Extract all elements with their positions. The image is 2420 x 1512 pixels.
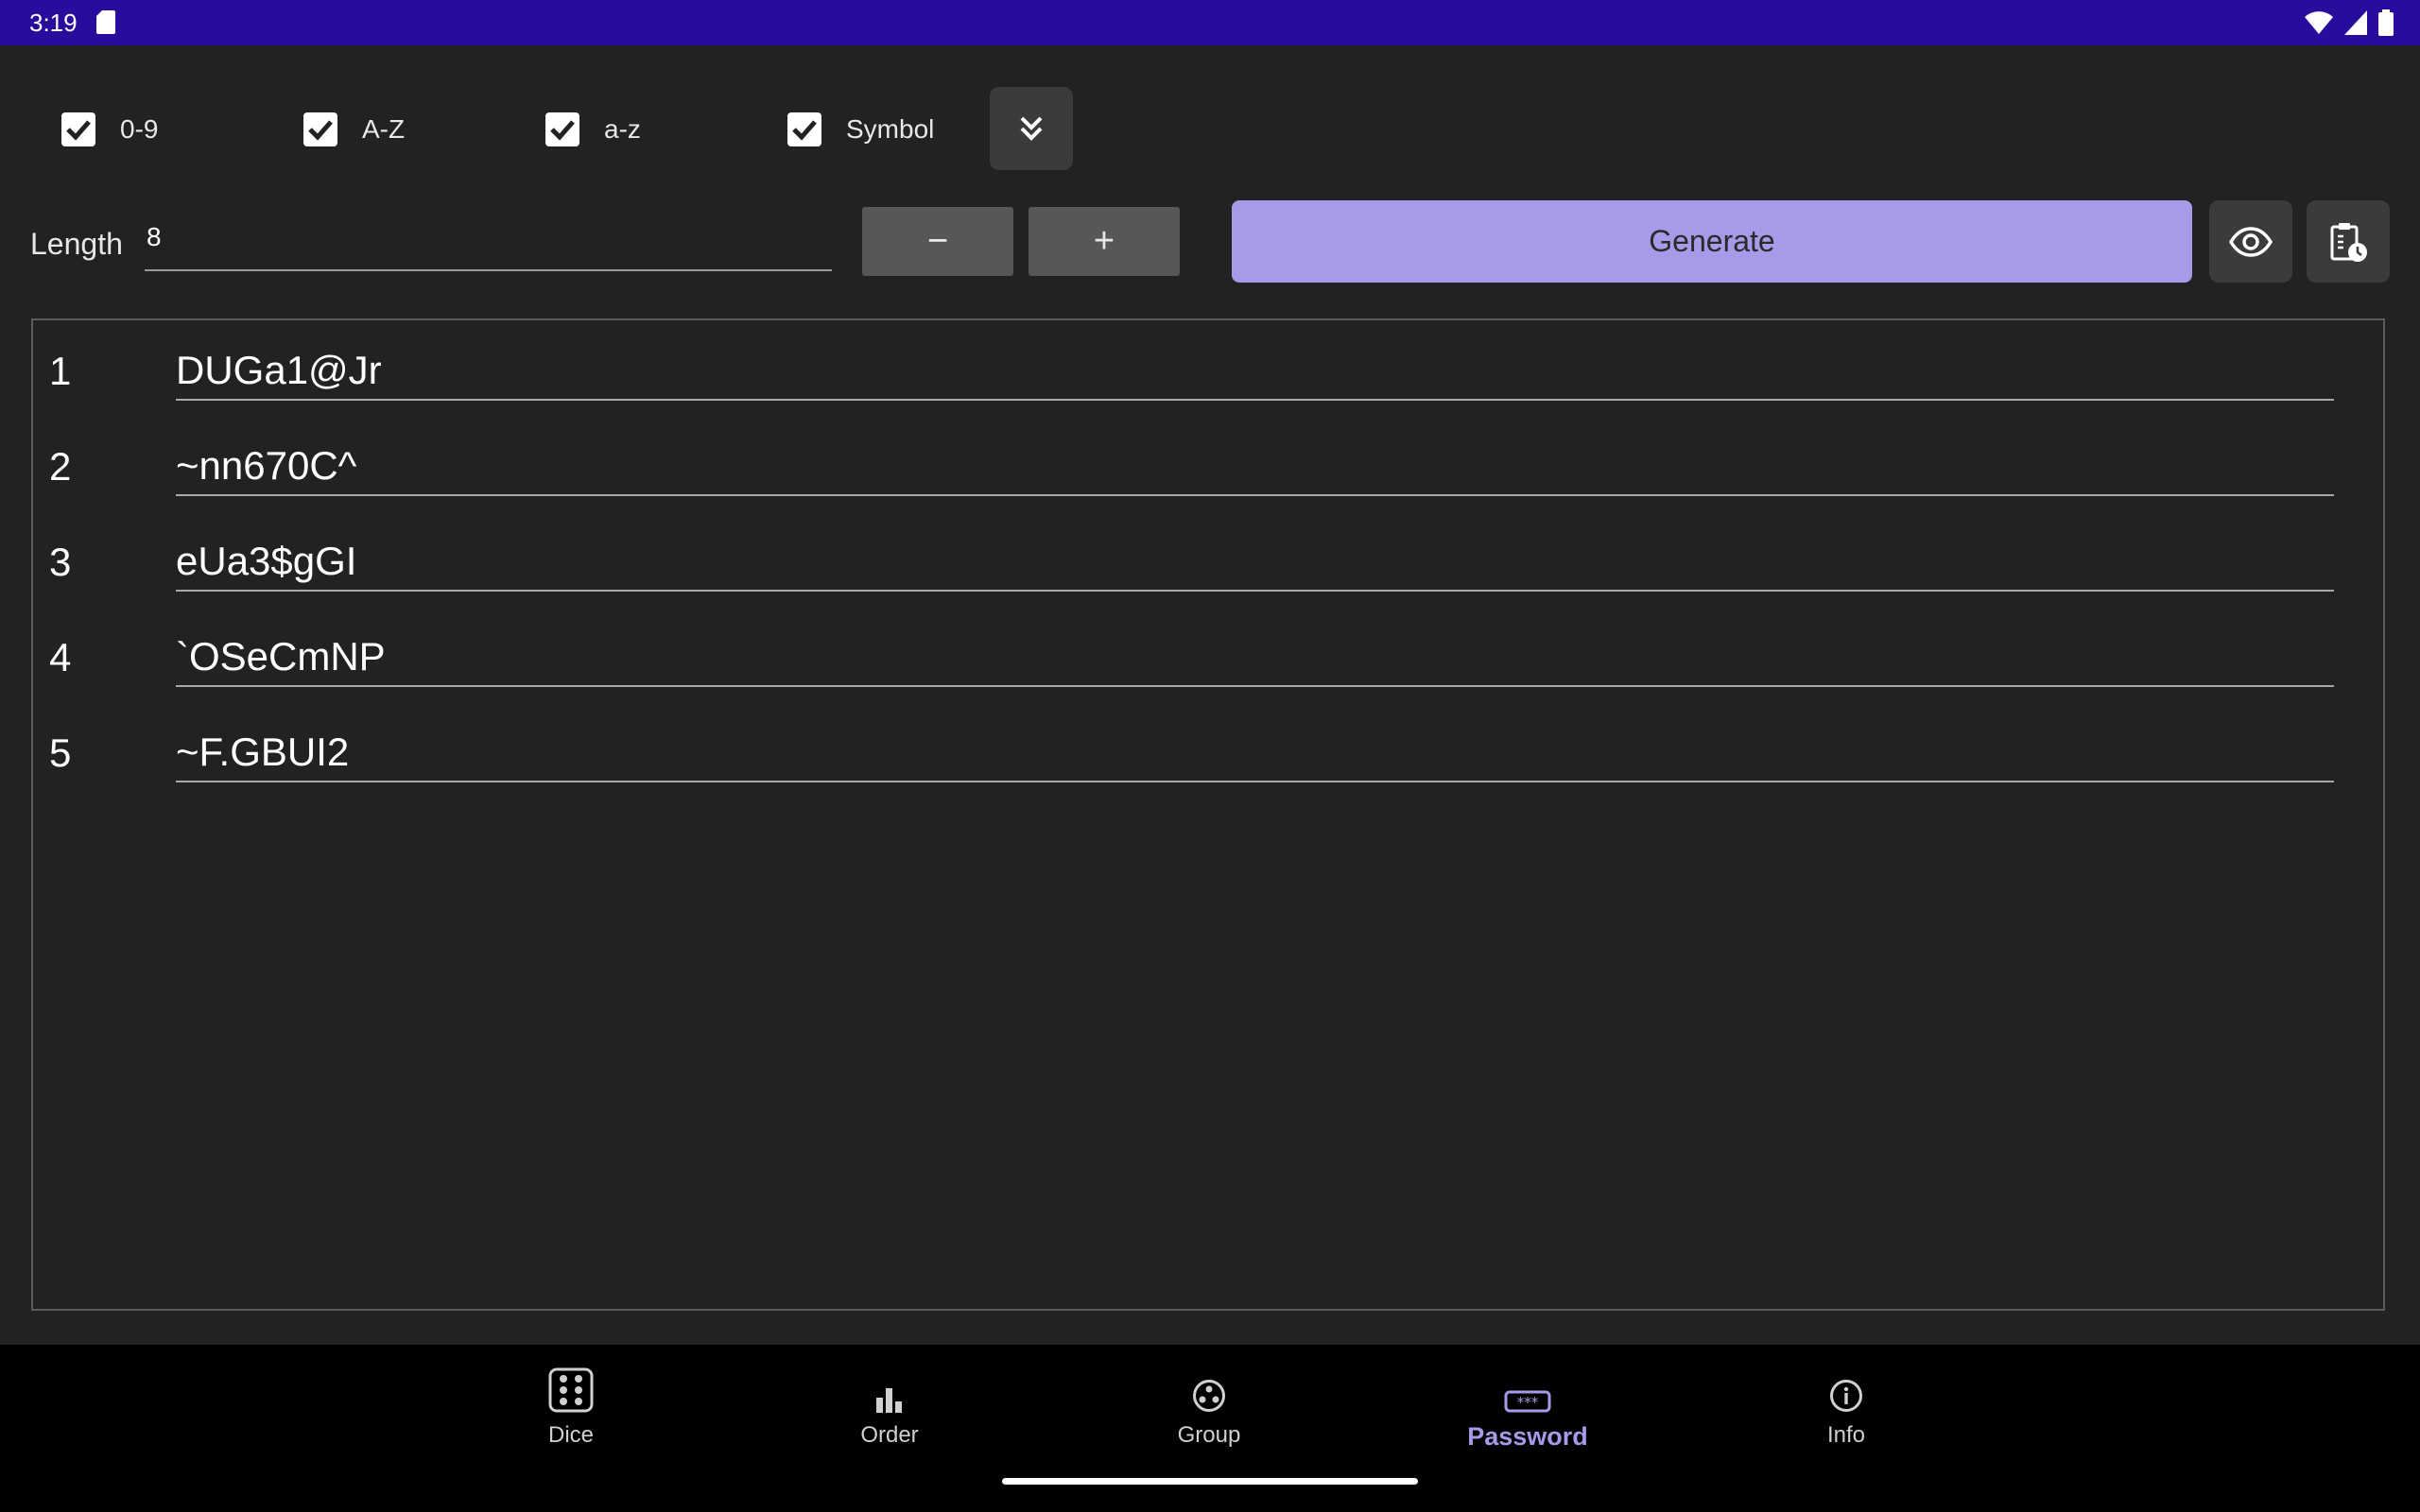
option-label: 0-9 <box>120 114 159 144</box>
password-row: 5 ~F.GBUI2 <box>33 702 2387 798</box>
nav-dice[interactable]: Dice <box>495 1345 647 1458</box>
option-label: a-z <box>604 114 641 144</box>
password-text[interactable]: DUGa1@Jr <box>176 348 382 393</box>
increase-length-button[interactable]: + <box>1028 207 1180 276</box>
option-lowercase[interactable]: a-z <box>545 107 641 152</box>
wifi-icon <box>2305 11 2333 34</box>
password-field[interactable]: eUa3$gGI <box>176 531 2334 592</box>
option-symbol[interactable]: Symbol <box>787 107 934 152</box>
password-row: 2 ~nn670C^ <box>33 416 2387 511</box>
status-time: 3:19 <box>29 9 78 37</box>
sd-card-icon <box>96 10 115 34</box>
password-results: 1 DUGa1@Jr 2 ~nn670C^ 3 eUa3$gGI 4 `OSeC… <box>31 318 2385 1311</box>
password-text[interactable]: ~nn670C^ <box>176 443 356 489</box>
checkbox-checked-icon[interactable] <box>545 112 579 146</box>
length-label: Length <box>30 227 123 261</box>
group-icon <box>1193 1380 1225 1412</box>
signal-icon <box>2344 10 2367 35</box>
option-uppercase[interactable]: A-Z <box>303 107 405 152</box>
nav-info[interactable]: Info <box>1771 1345 1922 1458</box>
clear-clipboard-button[interactable] <box>2307 200 2390 283</box>
nav-label: Order <box>860 1422 919 1448</box>
home-indicator[interactable] <box>1002 1478 1418 1485</box>
nav-label: Dice <box>547 1422 594 1448</box>
password-field[interactable]: ~F.GBUI2 <box>176 722 2334 782</box>
password-field[interactable]: `OSeCmNP <box>176 627 2334 687</box>
password-text[interactable]: ~F.GBUI2 <box>176 730 349 775</box>
length-input[interactable] <box>145 222 808 252</box>
password-field[interactable]: DUGa1@Jr <box>176 340 2334 401</box>
expand-options-button[interactable] <box>990 87 1073 170</box>
eye-icon <box>2229 226 2273 257</box>
dice-icon <box>548 1367 594 1413</box>
password-text[interactable]: `OSeCmNP <box>176 634 386 679</box>
generate-button[interactable]: Generate <box>1232 200 2192 283</box>
row-index: 5 <box>49 730 72 775</box>
option-digits[interactable]: 0-9 <box>61 107 158 152</box>
nav-label: Password <box>1467 1422 1588 1451</box>
status-icons <box>2305 9 2394 36</box>
svg-text:***: *** <box>1517 1394 1539 1411</box>
row-index: 4 <box>49 635 72 679</box>
nav-order[interactable]: Order <box>814 1345 965 1458</box>
clipboard-clock-icon <box>2330 222 2367 262</box>
nav-label: Info <box>1826 1422 1866 1448</box>
password-row: 4 `OSeCmNP <box>33 607 2387 702</box>
password-text[interactable]: eUa3$gGI <box>176 539 356 584</box>
length-field[interactable] <box>145 213 832 271</box>
checkbox-checked-icon[interactable] <box>787 112 821 146</box>
bottom-navigation: Dice Order Group *** Password Info <box>0 1345 2420 1512</box>
option-label: Symbol <box>846 114 935 144</box>
row-index: 3 <box>49 540 72 584</box>
password-icon: *** <box>1504 1390 1551 1413</box>
checkbox-checked-icon[interactable] <box>61 112 95 146</box>
info-icon <box>1830 1380 1862 1412</box>
row-index: 1 <box>49 349 72 393</box>
bar-chart-icon <box>876 1388 902 1413</box>
option-label: A-Z <box>362 114 406 144</box>
password-row: 3 eUa3$gGI <box>33 511 2387 607</box>
checkbox-checked-icon[interactable] <box>303 112 337 146</box>
nav-label: Group <box>1177 1422 1241 1448</box>
double-chevron-down-icon <box>1020 116 1043 141</box>
nav-group[interactable]: Group <box>1133 1345 1285 1458</box>
password-field[interactable]: ~nn670C^ <box>176 436 2334 496</box>
battery-icon <box>2378 9 2394 36</box>
nav-password[interactable]: *** Password <box>1452 1345 1603 1458</box>
status-bar: 3:19 <box>0 0 2420 45</box>
password-row: 1 DUGa1@Jr <box>33 320 2387 416</box>
row-index: 2 <box>49 444 72 489</box>
decrease-length-button[interactable]: − <box>862 207 1013 276</box>
toggle-visibility-button[interactable] <box>2209 200 2292 283</box>
